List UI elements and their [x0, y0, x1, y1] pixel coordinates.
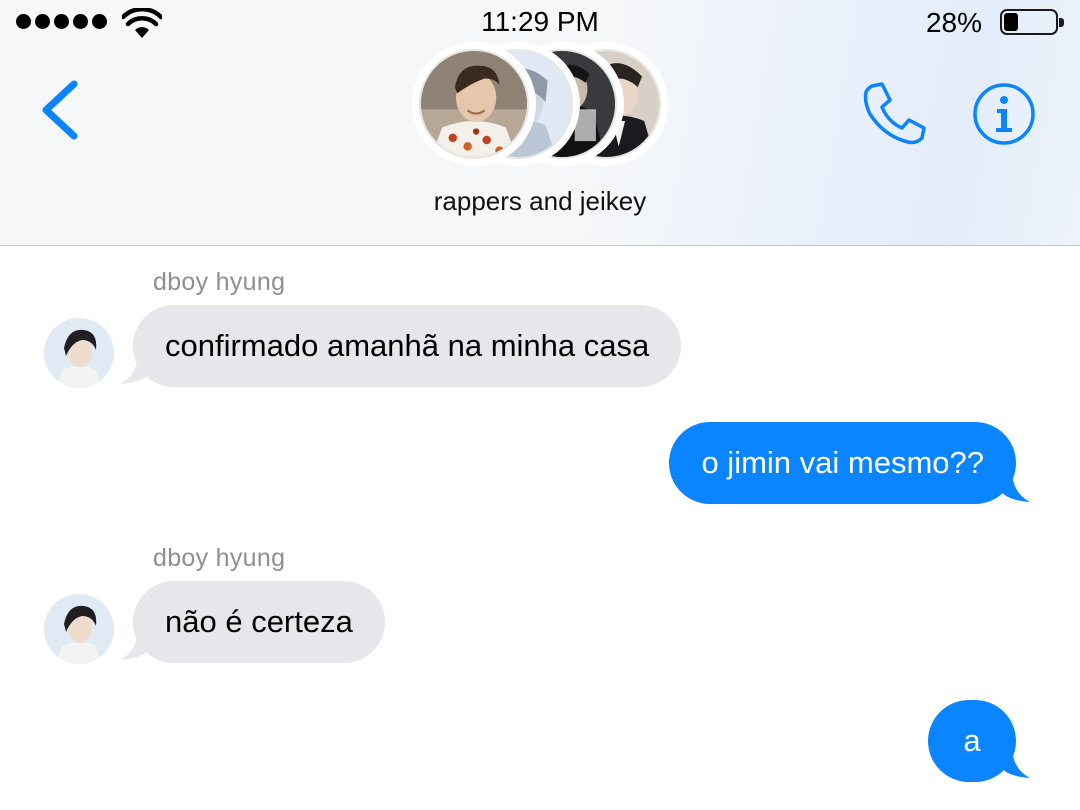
battery-icon [1000, 9, 1064, 35]
incoming-message-bubble[interactable]: não é certeza [133, 581, 385, 663]
sender-name: dboy hyung [153, 268, 286, 296]
status-bar: 11:29 PM 28% [0, 0, 1080, 44]
status-time: 11:29 PM [481, 6, 599, 37]
incoming-message-bubble[interactable]: confirmado amanhã na minha casa [133, 305, 682, 387]
sender-avatar[interactable] [44, 318, 114, 388]
sender-avatar[interactable] [44, 594, 114, 664]
conversation-header: 11:29 PM 28% rappers and jeikey [0, 0, 1080, 246]
info-icon[interactable] [972, 82, 1036, 146]
outgoing-message-bubble[interactable]: a [928, 700, 1016, 782]
sender-name: dboy hyung [153, 544, 286, 572]
chevron-left-icon[interactable] [38, 78, 84, 142]
phone-icon[interactable] [858, 80, 928, 146]
outgoing-message-bubble[interactable]: o jimin vai mesmo?? [669, 422, 1016, 504]
group-name[interactable]: rappers and jeikey [0, 186, 1080, 217]
group-member-avatar [412, 42, 536, 166]
group-avatars[interactable] [412, 42, 668, 168]
battery-percentage: 28% [925, 7, 982, 38]
